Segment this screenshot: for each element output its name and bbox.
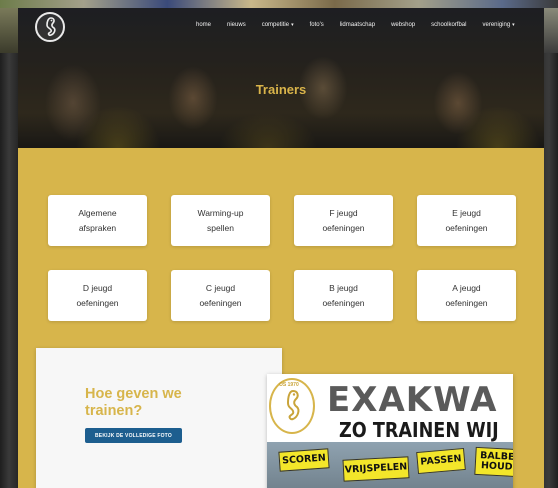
- nav-item-nieuws[interactable]: nieuws: [227, 22, 246, 28]
- card-c-jeugd-oefeningen[interactable]: C jeugd oefeningen: [171, 270, 270, 321]
- background-photo-left: [0, 8, 18, 53]
- seal-year: OS 1970: [279, 382, 299, 388]
- card-label: B jeugd oefeningen: [322, 282, 365, 308]
- sign-passen: PASSEN: [416, 447, 466, 475]
- club-logo[interactable]: [35, 12, 65, 42]
- card-label: Warming-up spellen: [197, 207, 244, 233]
- poster-headline: EXAKWA: [327, 380, 498, 420]
- poster-signboard: SCOREN VRIJSPELEN PASSEN BALBE HOUD: [267, 442, 513, 488]
- card-e-jeugd-oefeningen[interactable]: E jeugd oefeningen: [417, 195, 516, 246]
- hero-banner: home nieuws competitie ▾ foto's lidmaatsc…: [18, 8, 544, 148]
- card-label: Algemene afspraken: [78, 207, 117, 233]
- card-label: C jeugd oefeningen: [199, 282, 242, 308]
- nav-item-vereniging[interactable]: vereniging ▾: [482, 22, 514, 28]
- card-algemene-afspraken[interactable]: Algemene afspraken: [48, 195, 147, 246]
- chevron-down-icon: ▾: [291, 22, 294, 28]
- card-label: D jeugd oefeningen: [76, 282, 119, 308]
- training-info-panel: Hoe geven we trainen? BEKIJK DE VOLLEDIG…: [36, 348, 282, 488]
- background-photo-right: [544, 8, 558, 53]
- card-b-jeugd-oefeningen[interactable]: B jeugd oefeningen: [294, 270, 393, 321]
- sign-vrijspelen: VRIJSPELEN: [342, 456, 410, 482]
- main-navigation: home nieuws competitie ▾ foto's lidmaatsc…: [196, 18, 531, 32]
- seahorse-icon: [286, 389, 300, 421]
- trainers-section: Algemene afspraken Warming-up spellen F …: [18, 148, 544, 488]
- page-title: Trainers: [255, 82, 307, 97]
- card-label: A jeugd oefeningen: [445, 282, 488, 308]
- nav-item-schoolkorfbal[interactable]: schoolkorfbal: [431, 22, 466, 28]
- sign-scoren: SCOREN: [278, 448, 330, 472]
- seahorse-icon: [46, 17, 56, 37]
- view-full-photo-button[interactable]: BEKIJK DE VOLLEDIGE FOTO: [85, 428, 182, 443]
- card-a-jeugd-oefeningen[interactable]: A jeugd oefeningen: [417, 270, 516, 321]
- page-container: home nieuws competitie ▾ foto's lidmaatsc…: [18, 8, 544, 488]
- panel-title: Hoe geven we trainen?: [85, 386, 182, 419]
- training-poster-image[interactable]: OS 1970 EXAKWA ZO TRAINEN WIJ SCOREN VRI…: [267, 374, 513, 488]
- club-seal-icon: OS 1970: [269, 378, 315, 434]
- card-label: F jeugd oefeningen: [322, 207, 365, 233]
- card-warming-up-spellen[interactable]: Warming-up spellen: [171, 195, 270, 246]
- background-photo-strip: [0, 0, 558, 8]
- nav-item-webshop[interactable]: webshop: [391, 22, 415, 28]
- card-label: E jeugd oefeningen: [445, 207, 488, 233]
- poster-subheadline: ZO TRAINEN WIJ: [339, 418, 499, 442]
- chevron-down-icon: ▾: [512, 22, 515, 28]
- card-d-jeugd-oefeningen[interactable]: D jeugd oefeningen: [48, 270, 147, 321]
- nav-item-home[interactable]: home: [196, 22, 211, 28]
- nav-item-lidmaatschap[interactable]: lidmaatschap: [340, 22, 375, 28]
- nav-item-competitie[interactable]: competitie ▾: [262, 22, 294, 28]
- nav-item-fotos[interactable]: foto's: [310, 22, 324, 28]
- card-f-jeugd-oefeningen[interactable]: F jeugd oefeningen: [294, 195, 393, 246]
- sign-balbehouden: BALBE HOUD: [474, 446, 513, 478]
